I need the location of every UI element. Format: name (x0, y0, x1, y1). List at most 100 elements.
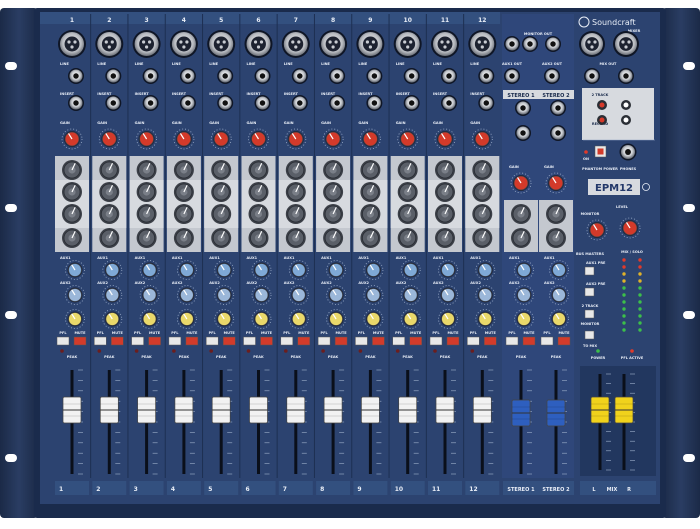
eq-low-knob-7[interactable] (285, 228, 306, 248)
line-input-5[interactable] (217, 68, 234, 84)
eq-mid-knob-8[interactable] (323, 204, 344, 224)
mute-button-11[interactable] (446, 336, 460, 346)
aux1-out-jack[interactable] (504, 68, 520, 84)
eq-high-knob-9[interactable] (360, 160, 381, 180)
eq-mid-freq-knob-6[interactable] (248, 182, 269, 202)
line-input-4[interactable] (179, 68, 196, 84)
pfl-button-9[interactable] (355, 336, 368, 346)
eq-mid-knob-12[interactable] (472, 204, 493, 224)
eq-mid-knob-7[interactable] (285, 204, 306, 224)
eq-mid-freq-knob-11[interactable] (435, 182, 455, 202)
eq-mid-knob-3[interactable] (136, 204, 157, 224)
mute-button-7[interactable] (297, 336, 311, 346)
eq-mid-freq-knob-9[interactable] (360, 182, 381, 202)
line-input-12[interactable] (478, 68, 495, 84)
eq-low-knob-1[interactable] (62, 228, 82, 248)
eq-high-knob-3[interactable] (136, 160, 157, 180)
mic-input-3[interactable] (132, 30, 161, 58)
insert-jack-12[interactable] (478, 95, 495, 111)
aux2-pre-button[interactable] (584, 287, 595, 297)
line-input-11[interactable] (441, 68, 457, 84)
line-input-8[interactable] (329, 68, 346, 84)
insert-jack-10[interactable] (403, 95, 420, 111)
eq-high-knob-7[interactable] (285, 160, 306, 180)
mute-button-12[interactable] (484, 336, 497, 346)
mic-input-11[interactable] (431, 30, 459, 58)
eq-mid-freq-knob-4[interactable] (173, 182, 194, 202)
stereo-eq-low-1[interactable] (511, 228, 531, 248)
line-input-3[interactable] (142, 68, 159, 84)
insert-jack-1[interactable] (68, 95, 84, 111)
pfl-button-5[interactable] (205, 336, 219, 346)
eq-mid-freq-knob-1[interactable] (62, 182, 82, 202)
eq-mid-freq-knob-7[interactable] (285, 182, 306, 202)
mic-input-2[interactable] (95, 30, 124, 58)
mute-button-2[interactable] (111, 336, 124, 346)
aux1-pre-button[interactable] (584, 266, 595, 276)
mic-input-7[interactable] (281, 30, 310, 58)
stereo-eq-high-2[interactable] (546, 204, 566, 224)
eq-mid-freq-knob-5[interactable] (211, 182, 232, 202)
mic-input-10[interactable] (393, 30, 422, 58)
stereo-mute-button-1[interactable] (522, 336, 536, 346)
mic-input-5[interactable] (207, 30, 236, 58)
eq-low-knob-10[interactable] (397, 228, 418, 248)
eq-mid-knob-2[interactable] (99, 204, 120, 224)
eq-mid-knob-4[interactable] (173, 204, 194, 224)
mic-input-8[interactable] (319, 30, 348, 58)
insert-jack-7[interactable] (291, 95, 308, 111)
eq-low-knob-8[interactable] (323, 228, 344, 248)
mix-out-jack-l[interactable] (584, 68, 600, 84)
eq-mid-freq-knob-2[interactable] (99, 182, 120, 202)
pfl-button-12[interactable] (467, 336, 480, 346)
line-input-6[interactable] (254, 68, 271, 84)
monitor-out-jack-l[interactable] (504, 36, 520, 52)
stereo-input-l-1[interactable] (515, 100, 531, 116)
eq-high-knob-11[interactable] (435, 160, 455, 180)
eq-mid-freq-knob-12[interactable] (472, 182, 493, 202)
line-input-7[interactable] (291, 68, 308, 84)
insert-jack-5[interactable] (217, 95, 234, 111)
eq-low-knob-5[interactable] (211, 228, 232, 248)
stereo-pfl-button-1[interactable] (505, 336, 519, 346)
mute-button-9[interactable] (372, 336, 385, 346)
eq-low-knob-3[interactable] (136, 228, 157, 248)
eq-low-knob-11[interactable] (435, 228, 455, 248)
line-input-10[interactable] (403, 68, 420, 84)
eq-low-knob-4[interactable] (173, 228, 194, 248)
mic-input-9[interactable] (356, 30, 385, 58)
mic-input-4[interactable] (169, 30, 198, 58)
mute-button-10[interactable] (409, 336, 422, 346)
two-track-to-mix-button[interactable] (584, 330, 595, 340)
stereo-pfl-button-2[interactable] (540, 336, 554, 346)
pfl-button-11[interactable] (429, 336, 443, 346)
eq-mid-freq-knob-8[interactable] (323, 182, 344, 202)
eq-high-knob-12[interactable] (472, 160, 493, 180)
eq-high-knob-10[interactable] (397, 160, 418, 180)
stereo-input-l-2[interactable] (550, 100, 566, 116)
eq-mid-knob-9[interactable] (360, 204, 381, 224)
pfl-button-4[interactable] (168, 336, 182, 346)
line-input-9[interactable] (366, 68, 383, 84)
mix-out-xlr-r[interactable] (613, 31, 639, 57)
stereo-eq-high-1[interactable] (511, 204, 531, 224)
mic-input-12[interactable] (468, 30, 497, 58)
phones-jack[interactable] (619, 143, 637, 161)
mix-out-xlr-l[interactable] (579, 31, 605, 57)
pfl-button-10[interactable] (392, 336, 405, 346)
monitor-out-jack-r[interactable] (522, 36, 538, 52)
mix-out-jack-r[interactable] (618, 68, 634, 84)
mute-button-6[interactable] (260, 336, 273, 346)
insert-jack-3[interactable] (142, 95, 159, 111)
eq-mid-freq-knob-10[interactable] (397, 182, 418, 202)
eq-high-knob-4[interactable] (173, 160, 194, 180)
eq-low-knob-12[interactable] (472, 228, 493, 248)
eq-low-knob-6[interactable] (248, 228, 269, 248)
insert-jack-8[interactable] (329, 95, 346, 111)
mute-button-4[interactable] (185, 336, 199, 346)
mute-button-8[interactable] (334, 336, 348, 346)
aux2-out-jack[interactable] (544, 68, 560, 84)
eq-mid-knob-11[interactable] (435, 204, 455, 224)
eq-mid-knob-5[interactable] (211, 204, 232, 224)
eq-mid-knob-6[interactable] (248, 204, 269, 224)
